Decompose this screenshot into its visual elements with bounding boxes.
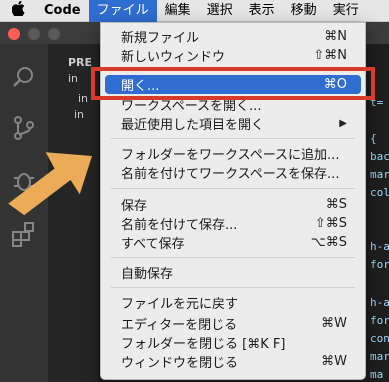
- sidebar-file-item[interactable]: in: [74, 108, 84, 121]
- menu-item-label: 新しいウィンドウ: [121, 50, 226, 65]
- menu-run[interactable]: 実行: [325, 0, 367, 22]
- menu-item-new-file[interactable]: 新規ファイル ⌘N: [105, 27, 361, 46]
- menu-separator: [111, 287, 355, 288]
- code-line: con: [370, 332, 389, 345]
- menu-item-shortcut: ⌘S: [325, 197, 347, 212]
- menu-item-label: 名前を付けて保存...: [121, 218, 238, 233]
- code-line: h-a: [370, 240, 389, 253]
- highlight-box-annotation: [91, 67, 375, 100]
- menu-item-revert-file[interactable]: ファイルを元に戻す: [105, 293, 361, 312]
- code-line: {: [370, 132, 377, 145]
- code-line: col: [370, 186, 389, 199]
- apple-logo-icon: [11, 0, 24, 17]
- menu-item-open-recent[interactable]: 最近使用した項目を開く ▶: [105, 114, 361, 133]
- menu-item-save-all[interactable]: すべて保存 ⌥⌘S: [105, 233, 361, 252]
- menu-item-label: 保存: [121, 199, 148, 214]
- menu-item-label: 最近使用した項目を開く: [121, 118, 265, 133]
- menu-item-shortcut: ⌘W: [321, 354, 347, 369]
- sidebar-section-label: PRE: [68, 56, 93, 69]
- code-line: mar: [370, 168, 389, 181]
- menu-go[interactable]: 移動: [283, 0, 325, 22]
- menu-separator: [111, 138, 355, 139]
- search-icon[interactable]: [10, 64, 38, 92]
- menu-item-close-editor[interactable]: エディターを閉じる ⌘W: [105, 314, 361, 333]
- menu-item-save[interactable]: 保存 ⌘S: [105, 195, 361, 214]
- menu-file[interactable]: ファイル: [88, 0, 157, 22]
- menu-item-label: エディターを閉じる: [121, 318, 238, 333]
- menu-item-save-workspace-as[interactable]: 名前を付けてワークスペースを保存...: [105, 163, 361, 182]
- apple-icon[interactable]: [0, 0, 36, 20]
- debug-icon[interactable]: [10, 166, 38, 194]
- close-window-button[interactable]: [8, 28, 20, 40]
- code-line: for: [370, 314, 389, 327]
- code-line: for: [370, 258, 389, 271]
- submenu-arrow-icon: ▶: [339, 118, 347, 129]
- sidebar-file-item[interactable]: in: [78, 92, 88, 105]
- menu-item-label: ウィンドウを閉じる: [121, 356, 239, 371]
- sidebar-file-item[interactable]: in: [68, 72, 78, 85]
- menu-item-label: すべて保存: [121, 237, 185, 252]
- menu-item-auto-save[interactable]: 自動保存: [105, 263, 361, 282]
- menu-edit[interactable]: 編集: [157, 0, 199, 22]
- code-line: h-a: [370, 296, 389, 309]
- menu-item-shortcut: ⌘N: [324, 29, 347, 44]
- menu-selection[interactable]: 選択: [199, 0, 241, 22]
- menu-item-add-folder-to-workspace[interactable]: フォルダーをワークスペースに追加...: [105, 144, 361, 163]
- minimize-window-button[interactable]: [28, 28, 40, 40]
- code-line: bac: [370, 150, 389, 163]
- menu-item-label: 自動保存: [121, 267, 174, 282]
- menu-code[interactable]: Code: [36, 0, 89, 22]
- menu-item-shortcut: ⌘W: [321, 316, 347, 331]
- menu-bar: Code ファイル 編集 選択 表示 移動 実行: [0, 0, 389, 22]
- menu-item-label: 新規ファイル: [121, 31, 200, 46]
- menu-item-shortcut: ⇧⌘N: [313, 48, 347, 63]
- menu-item-label: ファイルを元に戻す: [121, 297, 239, 312]
- menu-item-close-folder[interactable]: フォルダーを閉じる [⌘K F]: [105, 333, 361, 352]
- code-line: ma: [370, 368, 384, 381]
- menu-item-new-window[interactable]: 新しいウィンドウ ⇧⌘N: [105, 46, 361, 65]
- menu-separator: [111, 188, 355, 189]
- extensions-icon[interactable]: [10, 220, 38, 248]
- activity-bar: [0, 44, 48, 382]
- menu-item-label: 名前を付けてワークスペースを保存...: [121, 167, 340, 182]
- menu-item-label: フォルダーをワークスペースに追加...: [121, 148, 340, 163]
- source-control-icon[interactable]: [10, 114, 38, 142]
- menu-item-label: フォルダーを閉じる [⌘K F]: [121, 337, 286, 352]
- menu-item-shortcut: ⌥⌘S: [310, 235, 347, 250]
- menu-view[interactable]: 表示: [241, 0, 283, 22]
- menu-item-close-window[interactable]: ウィンドウを閉じる ⌘W: [105, 352, 361, 371]
- menu-separator: [111, 257, 355, 258]
- zoom-window-button[interactable]: [48, 28, 60, 40]
- code-line: mar: [370, 350, 389, 363]
- menu-item-shortcut: ⇧⌘S: [314, 216, 347, 231]
- menu-item-save-as[interactable]: 名前を付けて保存... ⇧⌘S: [105, 214, 361, 233]
